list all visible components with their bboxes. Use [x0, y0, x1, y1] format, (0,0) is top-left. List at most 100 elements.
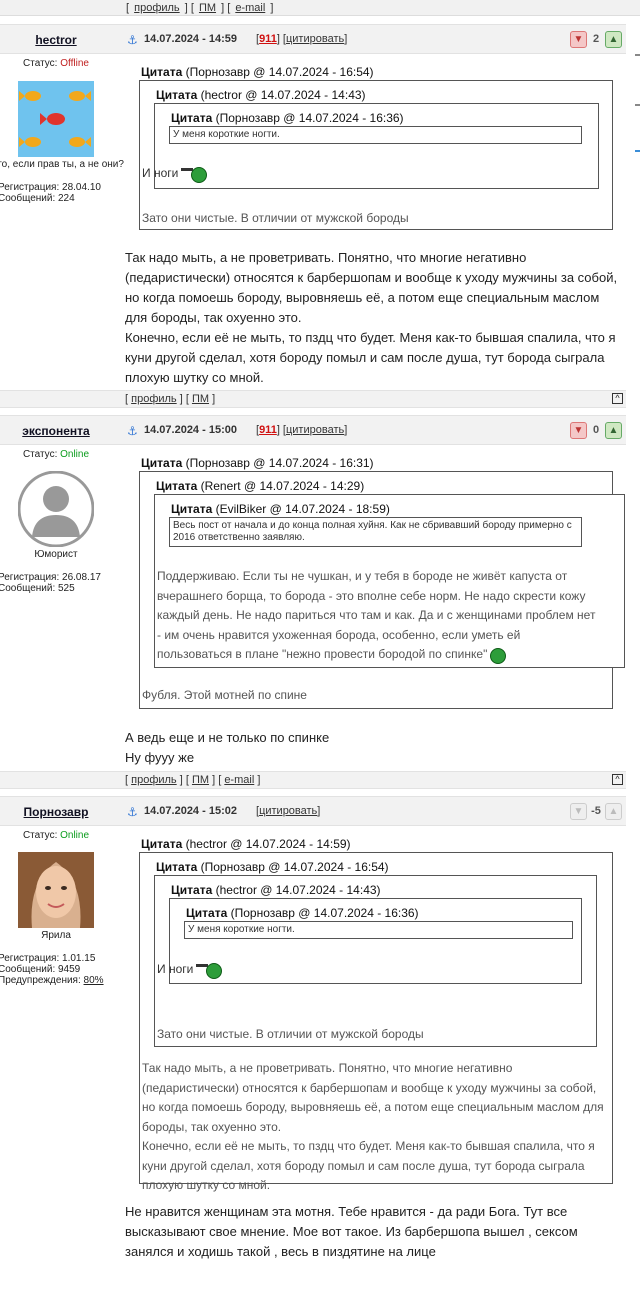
quote-header: Цитата (hectror @ 14.07.2024 - 14:43) — [156, 88, 366, 102]
user-info: Статус: Offline — [0, 58, 112, 69]
cite-button[interactable]: цитировать — [286, 33, 344, 45]
user-details: что, если прав ты, а не они? Регистрация… — [0, 156, 124, 204]
user-tagline: Юморист — [34, 549, 78, 560]
pm-link[interactable]: ПМ — [199, 2, 216, 14]
quote-block: Цитата (Порнозавр @ 14.07.2024 - 16:36) … — [169, 898, 582, 984]
post-footer: [ профиль ] [ ПМ ] ^ — [0, 390, 626, 408]
quote-text: Так надо мыть, а не проветривать. Понятн… — [142, 1061, 604, 1192]
registration-date: Регистрация: 1.01.15 — [0, 953, 96, 964]
quote-block: Цитата (hectror @ 14.07.2024 - 14:43) Ци… — [154, 875, 597, 1047]
user-status: Статус: Online — [0, 830, 112, 841]
author-name[interactable]: экспонента — [0, 424, 112, 438]
rating-value: 2 — [592, 33, 600, 45]
email-link[interactable]: e-mail — [235, 2, 265, 14]
quote-block: Цитата (EvilBiker @ 14.07.2024 - 18:59) … — [154, 494, 625, 668]
post-header: экспонента ⚓ 14.07.2024 - 15:00 [911] [ц… — [0, 415, 626, 445]
quote-text: Зато они чистые. В отличии от мужской бо… — [142, 211, 409, 225]
status-label: Статус: — [22, 449, 58, 460]
quote-header: Цитата (Порнозавр @ 14.07.2024 - 16:31) — [141, 456, 374, 470]
warnings-value[interactable]: 80% — [84, 975, 104, 986]
user-avatar[interactable] — [18, 852, 94, 928]
message-count: Сообщений: 224 — [0, 193, 75, 204]
post-paragraph: Не нравится женщинам эта мотня. Тебе нра… — [125, 1204, 578, 1259]
post-body: Цитата (Порнозавр @ 14.07.2024 - 16:54) … — [125, 58, 625, 398]
post-paragraph: Так надо мыть, а не проветривать. Понятн… — [125, 250, 618, 325]
thumb-down-icon[interactable]: ▼ — [570, 422, 587, 439]
author-name[interactable]: Порнозавр — [0, 805, 112, 819]
quote-header: Цитата (Порнозавр @ 14.07.2024 - 16:54) — [141, 65, 374, 79]
smiley-icon — [490, 646, 507, 664]
user-status: Статус: Online — [0, 449, 112, 460]
anchor-icon[interactable]: ⚓ — [127, 805, 138, 819]
quote-block: Цитата (Порнозавр @ 14.07.2024 - 16:54) … — [139, 852, 613, 1192]
smiley-icon — [196, 961, 223, 979]
user-meta: Регистрация: 28.04.10 Сообщений: 224 — [0, 182, 112, 204]
user-info: Статус: Online — [0, 830, 112, 841]
thumb-up-icon[interactable]: ▲ — [605, 422, 622, 439]
footer-links: [ профиль ] [ ПМ ] — [125, 393, 216, 405]
post-text: А ведь еще и не только по спинке Ну фууу… — [125, 728, 625, 768]
status-label: Статус: — [22, 830, 58, 841]
email-link[interactable]: e-mail — [224, 774, 254, 786]
badge-911[interactable]: 911 — [259, 424, 277, 436]
edge-mark — [635, 150, 640, 152]
post-header: hectror ⚓ 14.07.2024 - 14:59 [911] [цити… — [0, 24, 626, 54]
status-value: Online — [60, 830, 90, 841]
footer-links: [ профиль ] [ ПМ ] [ e-mail ] — [125, 774, 261, 786]
quote-text: Фубля. Этой мотней по спине — [142, 688, 307, 702]
rating-value: 0 — [592, 424, 600, 436]
quote-header: Цитата (Порнозавр @ 14.07.2024 - 16:36) — [186, 906, 419, 920]
post-paragraph: Ну фууу же — [125, 750, 195, 765]
rating-widget: ▼ -5 ▲ — [570, 802, 622, 822]
cite-button[interactable]: цитировать — [259, 805, 317, 817]
quote-header: Цитата (hectror @ 14.07.2024 - 14:59) — [141, 837, 351, 851]
post-footer: [ профиль ] [ ПМ ] [ e-mail ] ^ — [0, 771, 626, 789]
thumb-down-icon[interactable]: ▼ — [570, 31, 587, 48]
user-info: Статус: Online — [0, 449, 112, 460]
thumb-up-icon[interactable]: ▲ — [605, 31, 622, 48]
profile-link[interactable]: профиль — [134, 2, 180, 14]
quote-text: У меня короткие ногти. — [184, 921, 573, 939]
smiley-icon — [181, 165, 208, 183]
quote-block: Цитата (Порнозавр @ 14.07.2024 - 16:36) … — [154, 103, 599, 189]
post-date: 14.07.2024 - 14:59 — [144, 33, 237, 45]
message-count: Сообщений: 9459 — [0, 964, 81, 975]
quote-text: Зато они чистые. В отличии от мужской бо… — [157, 1027, 424, 1041]
post-body: Цитата (hectror @ 14.07.2024 - 14:59) Ци… — [125, 830, 625, 1290]
post-text: Не нравится женщинам эта мотня. Тебе нра… — [125, 1202, 625, 1262]
thumb-up-icon[interactable]: ▲ — [605, 803, 622, 820]
scroll-top-icon[interactable]: ^ — [612, 393, 623, 404]
pm-link[interactable]: ПМ — [192, 774, 209, 786]
badge-911[interactable]: 911 — [259, 33, 277, 45]
user-avatar[interactable] — [18, 471, 94, 547]
author-name[interactable]: hectror — [0, 33, 112, 47]
scroll-top-icon[interactable]: ^ — [612, 774, 623, 785]
status-value: Offline — [60, 58, 89, 69]
user-status: Статус: Offline — [0, 58, 112, 69]
pm-link[interactable]: ПМ — [192, 393, 209, 405]
cite-button[interactable]: цитировать — [286, 424, 344, 436]
quote-header: Цитата (Порнозавр @ 14.07.2024 - 16:36) — [171, 111, 404, 125]
post-header: Порнозавр ⚓ 14.07.2024 - 15:02 [цитирова… — [0, 796, 626, 826]
user-details: Юморист Регистрация: 26.08.17 Сообщений:… — [0, 546, 112, 594]
profile-link[interactable]: профиль — [131, 393, 177, 405]
rating-widget: ▼ 0 ▲ — [570, 421, 622, 441]
post-links: [911] [цитировать] — [256, 33, 348, 45]
anchor-icon[interactable]: ⚓ — [127, 33, 138, 47]
user-avatar[interactable] — [18, 81, 94, 157]
quote-text: И ноги — [157, 960, 223, 980]
post-paragraph: Конечно, если её не мыть, то пздц что бу… — [125, 330, 616, 385]
anchor-icon[interactable]: ⚓ — [127, 424, 138, 438]
profile-link[interactable]: профиль — [131, 774, 177, 786]
edge-mark — [635, 104, 640, 106]
quote-header: Цитата (Renert @ 14.07.2024 - 14:29) — [156, 479, 365, 493]
rating-widget: ▼ 2 ▲ — [570, 30, 622, 50]
previous-post-footer: [ профиль ] [ ПМ ] [ e-mail ] — [0, 0, 640, 16]
thumb-down-icon[interactable]: ▼ — [570, 803, 587, 820]
quote-block: Цитата (Renert @ 14.07.2024 - 14:29) Цит… — [139, 471, 625, 709]
user-meta: Регистрация: 26.08.17 Сообщений: 525 — [0, 572, 112, 594]
quote-header: Цитата (EvilBiker @ 14.07.2024 - 18:59) — [171, 502, 390, 516]
quote-header: Цитата (hectror @ 14.07.2024 - 14:43) — [171, 883, 381, 897]
post-body: Цитата (Порнозавр @ 14.07.2024 - 16:31) … — [125, 449, 625, 769]
message-count: Сообщений: 525 — [0, 583, 75, 594]
